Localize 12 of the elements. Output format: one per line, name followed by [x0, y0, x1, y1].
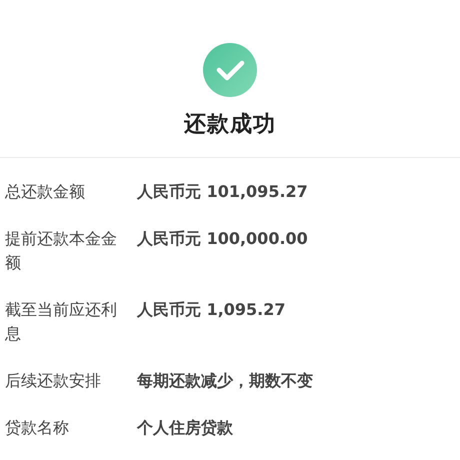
detail-label: 贷款名称 — [5, 417, 70, 439]
detail-value: 每期还款减少，期数不变 — [137, 370, 313, 392]
detail-label: 总还款金额 — [5, 181, 86, 203]
detail-value: 人民币元 1,095.27 — [137, 299, 286, 321]
detail-value: 人民币元 100,000.00 — [137, 228, 308, 250]
detail-value: 个人住房贷款 — [137, 417, 233, 439]
detail-label: 截至当前应还利息 — [5, 299, 118, 345]
detail-label: 后续还款安排 — [5, 370, 102, 392]
success-title: 还款成功 — [184, 111, 276, 139]
success-check-icon — [203, 43, 257, 97]
detail-value: 人民币元 101,095.27 — [137, 181, 308, 203]
detail-label: 提前还款本金金额 — [5, 228, 118, 274]
